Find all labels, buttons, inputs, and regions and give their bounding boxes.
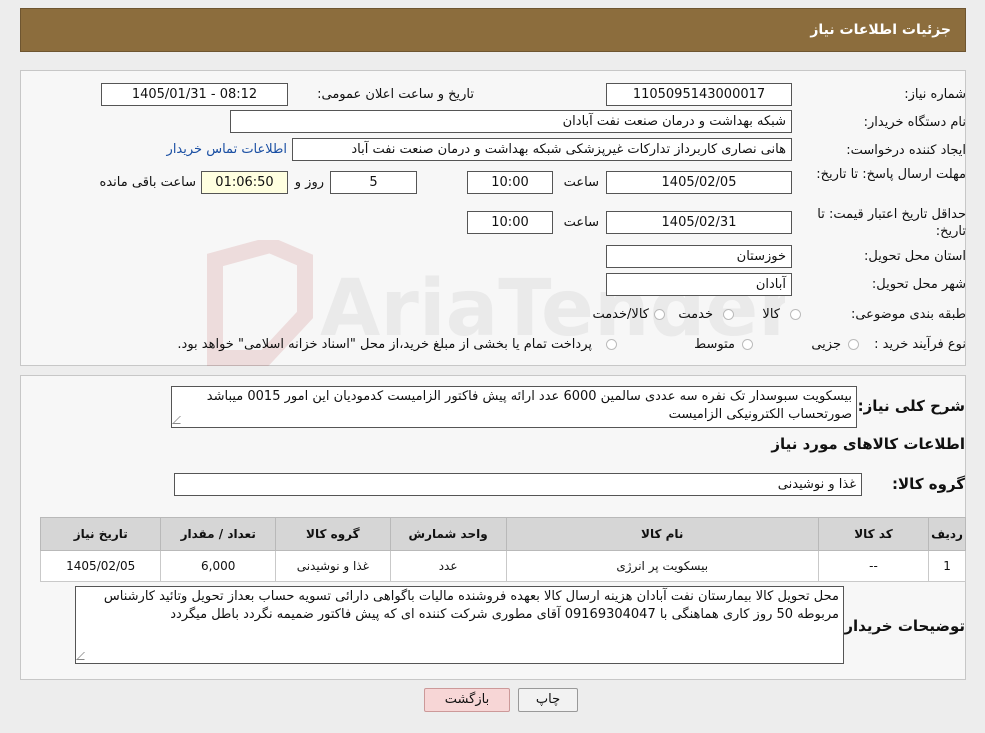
province-label: استان محل تحویل: [864,249,966,264]
city-field: آبادان [606,273,792,296]
need-number-field: 1105095143000017 [606,83,792,106]
process-option-medium: متوسط [694,337,735,352]
summary-text: بیسکویت سبوسدار تک نفره سه عددی سالمین 6… [171,386,857,428]
deadline-time-label: ساعت [563,175,599,190]
category-radio-goods-service[interactable] [654,309,665,320]
city-label: شهر محل تحویل: [871,277,966,292]
cell-name: بیسکویت پر انرژی [505,550,819,582]
col-qty: تعداد / مقدار [160,517,276,551]
validity-time-field: 10:00 [467,211,553,234]
process-option-minor: جزیی [811,337,841,352]
page-title: جزئیات اطلاعات نیاز [810,22,951,38]
days-field: 5 [330,171,417,194]
deadline-label: مهلت ارسال پاسخ: تا تاریخ: [816,167,966,182]
process-radio-medium[interactable] [742,339,753,350]
col-row: ردیف [928,517,966,551]
back-button[interactable]: بازگشت [424,688,510,712]
cell-qty: 6,000 [160,550,276,582]
table-row: 1 -- بیسکویت پر انرژی عدد غذا و نوشیدنی … [39,550,966,582]
process-radio-treasury[interactable] [606,339,617,350]
process-note: پرداخت تمام یا بخشی از مبلغ خرید،از محل … [177,337,592,352]
province-field: خوزستان [606,245,792,268]
process-radio-minor[interactable] [848,339,859,350]
category-option-goods-service: کالا/خدمت [592,307,649,322]
creator-field: هانی نصاری کاربرداز تدارکات غیرپزشکی شبک… [292,138,792,161]
print-button[interactable]: چاپ [518,688,578,712]
validity-date-field: 1405/02/31 [606,211,792,234]
deadline-time-field: 10:00 [467,171,553,194]
remaining-label: ساعت باقی مانده [99,175,196,190]
creator-label: ایجاد کننده درخواست: [846,143,966,158]
need-number-label: شماره نیاز: [904,87,966,102]
validity-label: حداقل تاریخ اعتبار قیمت: تا تاریخ: [817,207,966,239]
category-radio-service[interactable] [723,309,734,320]
announce-field: 1405/01/31 - 08:12 [101,83,288,106]
buyer-org-label: نام دستگاه خریدار: [863,115,966,130]
category-label: طبقه بندی موضوعی: [850,307,966,322]
resize-handle-icon[interactable] [76,652,92,660]
goods-group-label: گروه کالا: [892,475,965,493]
resize-handle-icon[interactable] [172,416,188,424]
buyer-org-field: شبکه بهداشت و درمان صنعت نفت آبادان [230,110,792,133]
goods-section-title: اطلاعات کالاهای مورد نیاز [771,435,965,453]
cell-code: -- [817,550,930,582]
announce-label: تاریخ و ساعت اعلان عمومی: [317,87,474,102]
goods-group-field: غذا و نوشیدنی [174,473,862,496]
col-group: گروه کالا [274,517,391,551]
remaining-time-field: 01:06:50 [201,171,288,194]
buyer-notes-label: توضیحات خریدار: [838,617,965,635]
page-header: جزئیات اطلاعات نیاز [20,8,966,52]
cell-date: 1405/02/05 [39,550,162,582]
goods-table: ردیف کد کالا نام کالا واحد شمارش گروه کا… [39,517,966,582]
process-label: نوع فرآیند خرید : [874,337,966,352]
col-unit: واحد شمارش [389,517,507,551]
days-label: روز و [294,175,324,190]
buyer-notes-text: محل تحویل کالا بیمارستان نفت آبادان هزین… [75,586,844,664]
cell-unit: عدد [389,550,507,582]
col-date: تاریخ نیاز [39,517,162,551]
deadline-date-field: 1405/02/05 [606,171,792,194]
validity-time-label: ساعت [563,215,599,230]
col-name: نام کالا [505,517,819,551]
cell-row: 1 [928,550,966,582]
goods-table-header: ردیف کد کالا نام کالا واحد شمارش گروه کا… [39,517,966,551]
col-code: کد کالا [817,517,930,551]
buyer-contact-link[interactable]: اطلاعات تماس خریدار [167,142,287,157]
cell-group: غذا و نوشیدنی [274,550,391,582]
category-option-goods: کالا [762,307,780,322]
category-option-service: خدمت [678,307,713,322]
summary-label: شرح کلی نیاز: [857,397,965,415]
category-radio-goods[interactable] [790,309,801,320]
